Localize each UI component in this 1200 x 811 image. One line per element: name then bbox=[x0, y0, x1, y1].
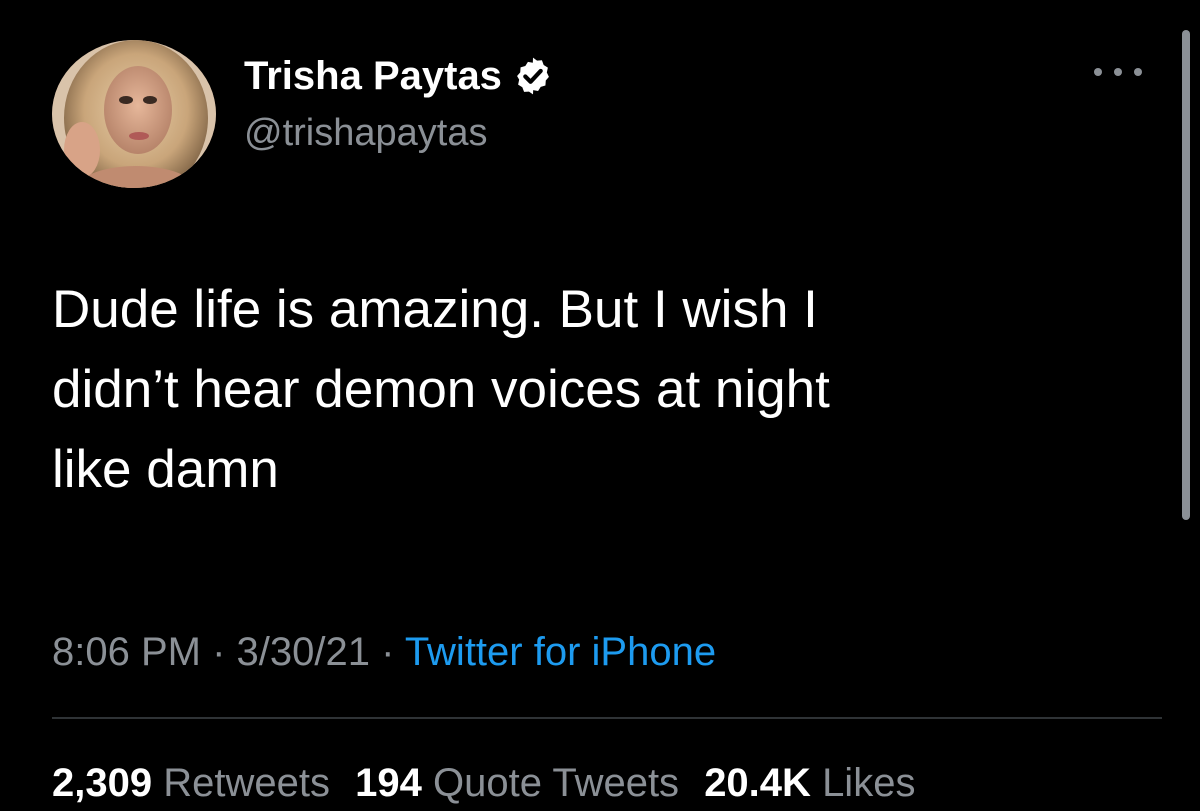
author-name-text[interactable]: Trisha Paytas bbox=[244, 52, 502, 100]
quote-tweets-stat[interactable]: 194 Quote Tweets bbox=[355, 761, 679, 805]
avatar-image bbox=[52, 40, 216, 188]
more-options-icon[interactable] bbox=[1094, 60, 1142, 84]
tweet-date[interactable]: 3/30/21 bbox=[237, 630, 370, 674]
divider bbox=[52, 717, 1162, 719]
likes-label: Likes bbox=[822, 761, 916, 805]
tweet-card: Trisha Paytas @trishapaytas Dude life is… bbox=[0, 0, 1200, 807]
retweets-stat[interactable]: 2,309 Retweets bbox=[52, 761, 330, 805]
tweet-text: Dude life is amazing. But I wish I didn’… bbox=[52, 280, 830, 499]
tweet-stats: 2,309 Retweets 194 Quote Tweets 20.4K Li… bbox=[52, 755, 929, 811]
more-dot bbox=[1134, 68, 1142, 76]
meta-separator: · bbox=[369, 630, 405, 674]
quote-tweets-label: Quote Tweets bbox=[432, 761, 680, 805]
scrollbar[interactable] bbox=[1182, 30, 1190, 520]
tweet-time[interactable]: 8:06 PM bbox=[52, 630, 201, 674]
author-name[interactable]: Trisha Paytas bbox=[244, 52, 554, 100]
tweet-meta: 8:06 PM · 3/30/21 · Twitter for iPhone bbox=[52, 624, 716, 680]
retweets-label: Retweets bbox=[163, 761, 330, 805]
meta-separator: · bbox=[200, 630, 237, 674]
author-handle[interactable]: @trishapaytas bbox=[244, 110, 487, 156]
avatar[interactable] bbox=[52, 40, 216, 188]
more-dot bbox=[1094, 68, 1102, 76]
likes-count: 20.4K bbox=[704, 761, 811, 805]
more-dot bbox=[1114, 68, 1122, 76]
tweet-source-link[interactable]: Twitter for iPhone bbox=[405, 630, 716, 674]
likes-stat[interactable]: 20.4K Likes bbox=[704, 761, 915, 805]
quote-tweets-count: 194 bbox=[355, 761, 422, 805]
verified-badge-icon bbox=[512, 55, 554, 97]
retweets-count: 2,309 bbox=[52, 761, 153, 805]
